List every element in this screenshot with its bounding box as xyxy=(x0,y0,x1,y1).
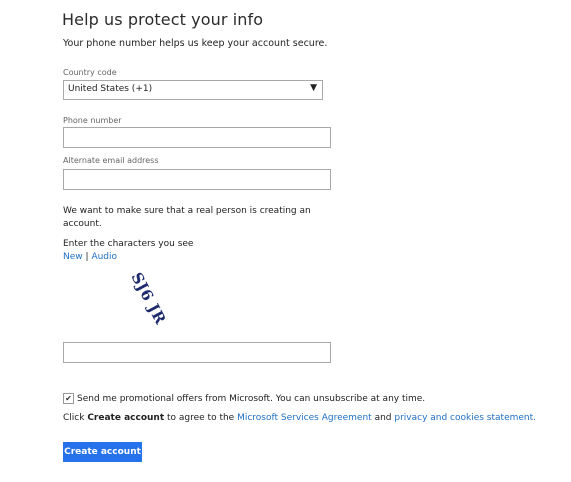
captcha-links: New | Audio xyxy=(63,251,117,264)
promo-checkbox[interactable]: ✔ xyxy=(63,393,74,404)
agreement-middle: to agree to the xyxy=(164,413,238,423)
page-subtitle: Your phone number helps us keep your acc… xyxy=(63,38,328,49)
captcha-intro-line2: account. xyxy=(63,219,102,229)
captcha-image: SJ6 JR xyxy=(127,270,169,327)
country-code-value: United States (+1) xyxy=(68,84,153,94)
captcha-prompt: Enter the characters you see xyxy=(63,239,194,249)
agreement-suffix: . xyxy=(533,413,537,423)
agreement-text: Click Create account to agree to the Mic… xyxy=(63,412,536,425)
agreement-bold: Create account xyxy=(87,413,165,423)
promo-label: Send me promotional offers from Microsof… xyxy=(77,394,426,404)
agreement-and: and xyxy=(371,413,395,423)
phone-number-label: Phone number xyxy=(63,116,122,125)
country-code-label: Country code xyxy=(63,68,117,77)
captcha-link-separator: | xyxy=(85,252,89,262)
captcha-image-text: SJ6 JR xyxy=(127,270,169,327)
captcha-audio-link[interactable]: Audio xyxy=(91,252,117,262)
page-title: Help us protect your info xyxy=(62,10,264,29)
create-account-button[interactable]: Create account xyxy=(63,442,142,462)
captcha-new-link[interactable]: New xyxy=(63,252,83,262)
dropdown-arrow-icon: ▼ xyxy=(310,83,317,93)
country-code-select[interactable]: United States (+1) ▼ xyxy=(63,80,323,100)
alternate-email-label: Alternate email address xyxy=(63,156,159,165)
captcha-input[interactable] xyxy=(63,342,331,363)
signup-security-page: Help us protect your info Your phone num… xyxy=(0,0,571,482)
phone-number-input[interactable] xyxy=(63,127,331,148)
privacy-statement-link[interactable]: privacy and cookies statement xyxy=(394,413,533,423)
services-agreement-link[interactable]: Microsoft Services Agreement xyxy=(237,413,372,423)
captcha-intro-line1: We want to make sure that a real person … xyxy=(63,206,311,216)
checkmark-icon: ✔ xyxy=(65,394,72,403)
alternate-email-input[interactable] xyxy=(63,169,331,190)
agreement-prefix: Click xyxy=(63,413,88,423)
